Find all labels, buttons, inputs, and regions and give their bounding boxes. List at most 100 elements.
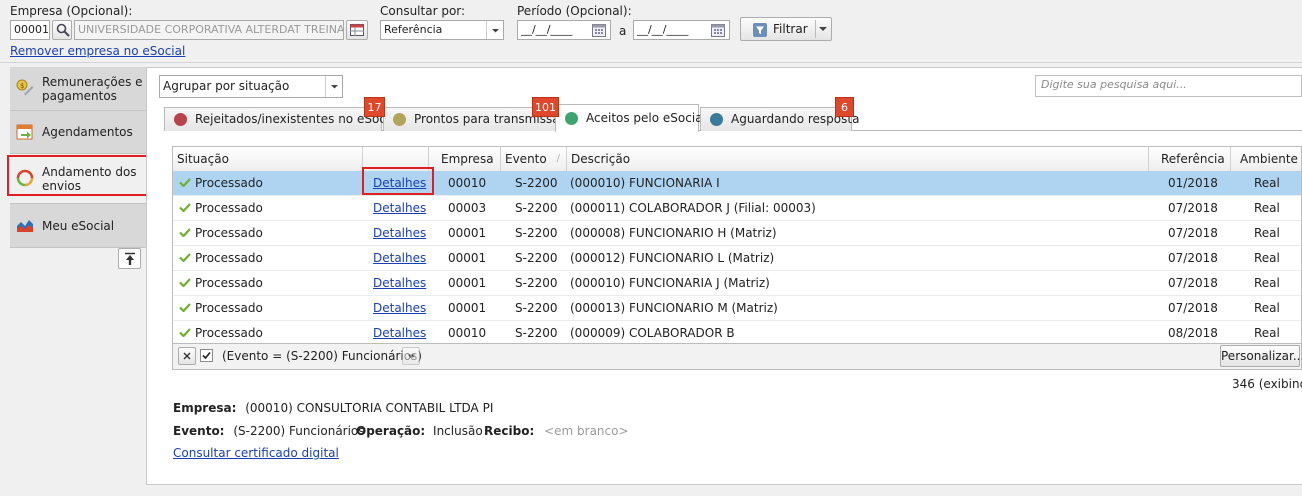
cell-empresa: 00001 [448,226,487,240]
sidebar-item-agendamentos[interactable]: Agendamentos [10,111,146,154]
cell-situacao: Processado [195,226,263,240]
column-header-empresa[interactable]: Empresa [429,147,501,171]
cell-descricao: (000012) FUNCIONARIO L (Matriz) [570,251,775,265]
empresa-browse-button[interactable] [346,20,368,40]
cell-referencia: 07/2018 [1168,226,1218,240]
cell-ambiente: Real [1254,226,1280,240]
grid-filter-bar: (Evento = (S-2200) Funcionários) Persona… [172,344,1302,370]
green-check-icon [179,253,191,262]
detalhes-link[interactable]: Detalhes [373,246,429,271]
filtrar-divider [815,20,816,38]
cell-ambiente: Real [1254,301,1280,315]
cell-empresa: 00010 [448,176,487,190]
detalhes-highlight-box [362,167,434,195]
tab-label: Aceitos pelo eSocial [586,111,706,125]
table-row[interactable]: Processado Detalhes 00003 S-2200 (000011) CO… [173,196,1301,221]
filtrar-label: Filtrar [773,22,808,36]
calendar-icon [592,24,606,37]
cell-empresa: 00001 [448,276,487,290]
detail-empresa: Empresa: (00010) CONSULTORIA CONTABIL LT… [173,401,493,415]
empresa-search-button[interactable] [52,20,72,40]
group-by-dropdown-arrow[interactable] [325,76,343,97]
chevron-down-icon [407,354,416,359]
consultar-dropdown-arrow[interactable] [486,21,504,39]
periodo-separator: a [619,24,627,38]
green-check-icon [179,178,191,187]
tab-aceitos[interactable]: Aceitos pelo eSocial [555,104,706,132]
andamento-highlight-box [7,155,150,196]
column-header-evento-label: Evento [505,152,547,166]
cell-empresa: 00001 [448,301,487,315]
yellow-status-dot-icon [393,113,406,126]
cell-situacao: Processado [195,176,263,190]
chevron-down-icon[interactable] [818,25,828,33]
sidebar-item-remuneracoes[interactable]: $ Remunerações e pagamentos [10,67,146,111]
cell-descricao: (000008) FUNCIONARIO H (Matriz) [570,226,777,240]
filter-history-dropdown[interactable] [402,347,420,365]
column-header-referencia[interactable]: Referência [1149,147,1231,171]
group-by-value: Agrupar por situação [163,79,290,93]
table-row[interactable]: Processado Detalhes 00001 S-2200 (000013) FU… [173,296,1301,321]
green-check-icon [179,328,191,337]
tab-prontos[interactable]: Prontos para transmissão [383,107,567,131]
cell-ambiente: Real [1254,176,1280,190]
consultar-certificado-link-text[interactable]: Consultar certificado digital [173,446,339,460]
table-row[interactable]: Processado Detalhes 00010 S-2200 (000009) CO… [173,321,1301,343]
record-count-text: 346 (exibindo [1232,377,1302,391]
cell-situacao: Processado [195,301,263,315]
table-row[interactable]: Processado Detalhes 00001 S-2200 (000012) FU… [173,246,1301,271]
column-header-evento[interactable]: Evento / [501,147,567,171]
tab-rejeitados[interactable]: Rejeitados/inexistentes no eSocial [164,107,400,131]
table-row[interactable]: Processado Detalhes 00010 S-2200 (000010) FU… [173,171,1301,196]
filter-expression-text: (Evento = (S-2200) Funcionários) [222,349,422,363]
collapse-sidebar-button[interactable] [118,248,141,269]
cell-evento: S-2200 [515,176,558,190]
remove-empresa-link[interactable]: Remover empresa no eSocial [10,44,185,58]
detalhes-link[interactable]: Detalhes [373,221,429,246]
cell-situacao: Processado [195,276,263,290]
events-grid: Situação Empresa Evento / Descrição Refe… [172,146,1302,344]
remove-empresa-link-text[interactable]: Remover empresa no eSocial [10,44,185,58]
detail-evento-label: Evento: [173,424,225,438]
search-input[interactable]: Digite sua pesquisa aqui... [1035,75,1302,97]
column-header-ambiente[interactable]: Ambiente [1231,147,1301,171]
detalhes-link[interactable]: Detalhes [373,296,429,321]
table-icon [350,24,364,36]
periodo-end-calendar-button[interactable] [710,22,726,41]
personalizar-button[interactable]: Personalizar... [1220,345,1302,367]
green-status-dot-icon [565,112,578,125]
empresa-code-input[interactable]: 00001 [10,20,50,40]
filtrar-button[interactable]: Filtrar [740,17,832,41]
detalhes-link[interactable]: Detalhes [373,196,429,221]
bottom-edge [0,490,1302,496]
detalhes-link[interactable]: Detalhes [373,321,429,343]
sort-indicator-icon: / [556,153,560,164]
chevron-down-icon [331,85,338,89]
filter-enabled-checkbox[interactable] [200,349,213,362]
tab-aguardando[interactable]: Aguardando resposta [700,107,859,131]
funnel-icon [753,23,767,37]
tab-aguardando-badge: 6 [835,97,854,117]
consultar-certificado-link[interactable]: Consultar certificado digital [173,446,339,460]
table-row[interactable]: Processado Detalhes 00001 S-2200 (000008) FU… [173,221,1301,246]
sidebar-item-meu-esocial[interactable]: Meu eSocial [10,204,146,248]
detalhes-link[interactable]: Detalhes [373,271,429,296]
green-check-icon [179,228,191,237]
column-header-situacao[interactable]: Situação [173,147,363,171]
arrow-up-bar-icon [125,252,135,265]
table-row[interactable]: Processado Detalhes 00001 S-2200 (000010) FU… [173,271,1301,296]
column-header-descricao[interactable]: Descrição [567,147,1149,171]
detail-empresa-label: Empresa: [173,401,237,415]
money-pen-icon: $ [16,79,34,96]
detail-recibo: Recibo: <em branco> [484,424,629,438]
red-status-dot-icon [174,113,187,126]
clear-filter-button[interactable] [178,347,196,365]
group-by-select[interactable]: Agrupar por situação [159,75,343,98]
cell-evento: S-2200 [515,276,558,290]
detail-operacao-value: Inclusão [433,424,483,438]
cell-ambiente: Real [1254,251,1280,265]
cell-descricao: (000011) COLABORADOR J (Filial: 00003) [570,201,816,215]
periodo-start-calendar-button[interactable] [591,22,607,41]
cell-empresa: 00001 [448,251,487,265]
green-check-icon [179,303,191,312]
